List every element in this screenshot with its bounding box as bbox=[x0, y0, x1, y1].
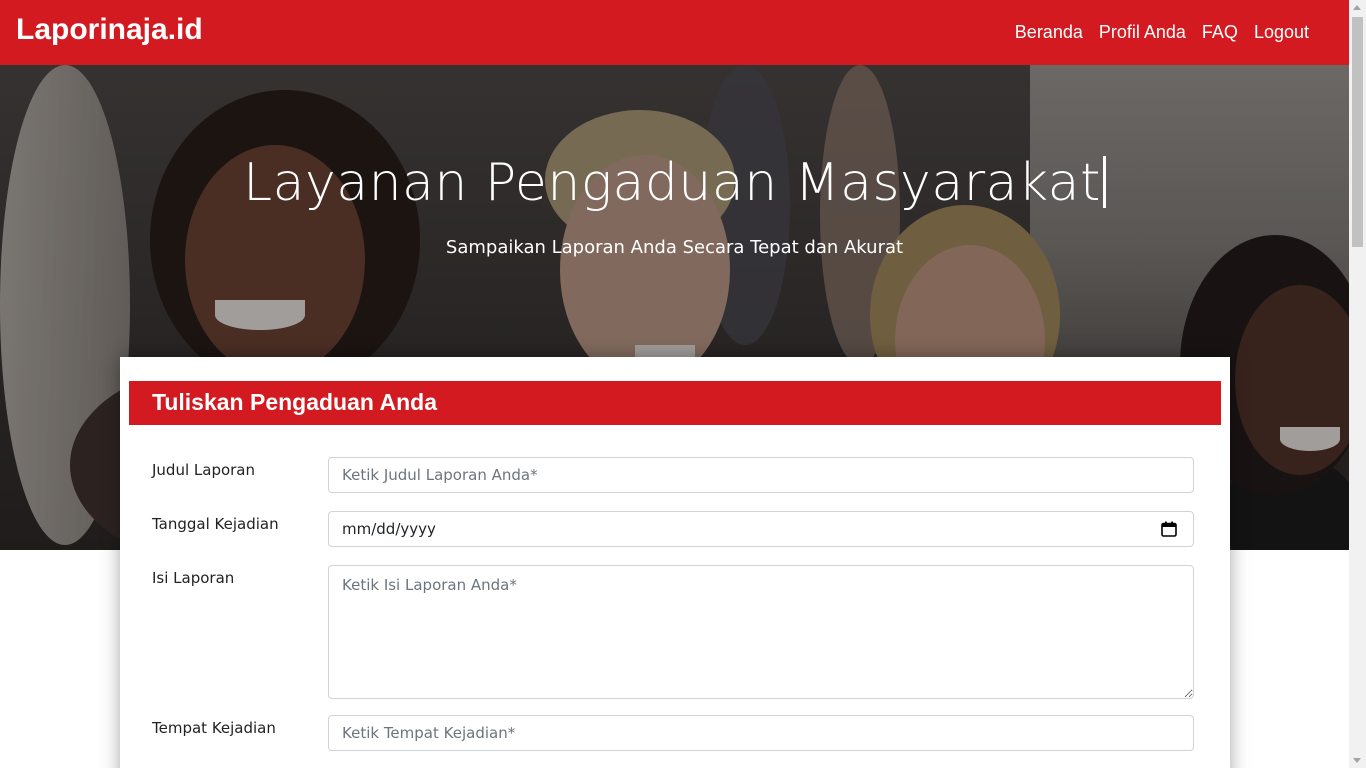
isi-textarea[interactable] bbox=[328, 565, 1194, 699]
isi-label: Isi Laporan bbox=[152, 569, 235, 587]
nav-link-faq[interactable]: FAQ bbox=[1202, 22, 1238, 43]
hero-title-text: Layanan Pengaduan Masyarakat bbox=[243, 153, 1101, 213]
tempat-input[interactable] bbox=[328, 715, 1194, 751]
judul-input[interactable] bbox=[328, 457, 1194, 493]
tempat-label: Tempat Kejadian bbox=[152, 719, 276, 737]
typing-cursor bbox=[1102, 156, 1106, 208]
brand-logo-link[interactable]: Laporinaja.id bbox=[16, 13, 203, 47]
scroll-up-arrow-icon[interactable] bbox=[1353, 5, 1361, 10]
navbar: Laporinaja.id Beranda Profil Anda FAQ Lo… bbox=[0, 0, 1349, 65]
nav-link-logout[interactable]: Logout bbox=[1254, 22, 1309, 43]
scroll-down-arrow-icon[interactable] bbox=[1353, 758, 1361, 763]
judul-label: Judul Laporan bbox=[152, 461, 256, 479]
scroll-thumb[interactable] bbox=[1352, 17, 1363, 247]
form-title: Tuliskan Pengaduan Anda bbox=[152, 389, 437, 415]
hero-title: Layanan Pengaduan Masyarakat bbox=[0, 153, 1349, 213]
nav-link-profil[interactable]: Profil Anda bbox=[1099, 22, 1186, 43]
tanggal-label: Tanggal Kejadian bbox=[152, 515, 279, 533]
nav-link-beranda[interactable]: Beranda bbox=[1015, 22, 1083, 43]
calendar-icon[interactable] bbox=[1161, 521, 1177, 537]
tanggal-date-input[interactable]: mm/dd/yyyy bbox=[328, 511, 1194, 547]
page: Laporinaja.id Beranda Profil Anda FAQ Lo… bbox=[0, 0, 1366, 768]
page-scrollbar[interactable] bbox=[1349, 0, 1366, 768]
complaint-form-card: Tuliskan Pengaduan Anda Judul Laporan Ta… bbox=[120, 357, 1230, 768]
nav-links: Beranda Profil Anda FAQ Logout bbox=[1015, 22, 1309, 43]
form-header: Tuliskan Pengaduan Anda bbox=[129, 381, 1221, 425]
date-value: mm/dd/yyyy bbox=[342, 520, 436, 538]
hero-subtitle: Sampaikan Laporan Anda Secara Tepat dan … bbox=[445, 237, 904, 258]
